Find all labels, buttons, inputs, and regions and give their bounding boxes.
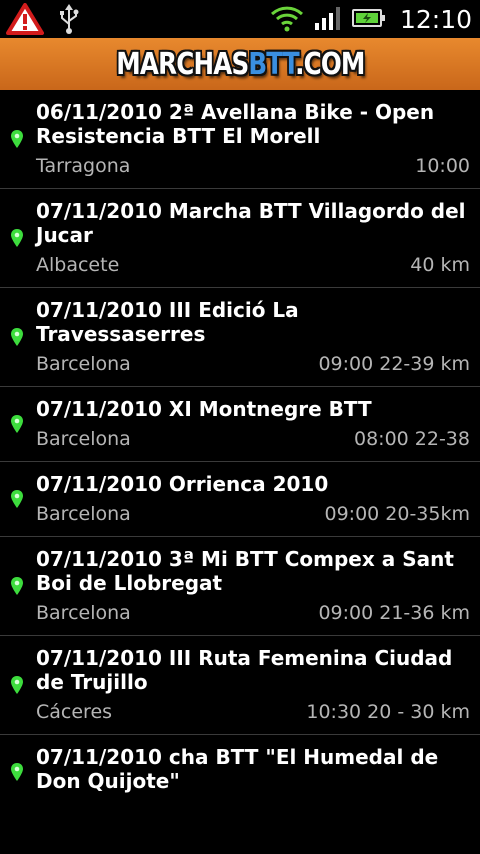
- event-row-5[interactable]: 07/11/2010 Orrienca 2010 Barcelona 09:00 …: [0, 462, 480, 537]
- event-location: Barcelona: [36, 503, 131, 525]
- event-details: 10:30 20 - 30 km: [306, 701, 470, 723]
- event-details: 40 km: [410, 254, 470, 276]
- event-title: 07/11/2010 III Ruta Femenina Ciudad de T…: [36, 646, 453, 694]
- event-row-1[interactable]: 06/11/2010 2ª Avellana Bike - Open Resis…: [0, 90, 480, 189]
- event-details: 10:00: [415, 155, 470, 177]
- map-pin-icon: [10, 675, 24, 695]
- status-bar: 12:10: [0, 0, 480, 38]
- event-title: 07/11/2010 III Edició La Travessaserres: [36, 298, 299, 346]
- map-pin-icon: [10, 414, 24, 434]
- event-row-7[interactable]: 07/11/2010 III Ruta Femenina Ciudad de T…: [0, 636, 480, 735]
- event-title: 07/11/2010 XI Montnegre BTT: [36, 397, 372, 421]
- event-location: Barcelona: [36, 602, 131, 624]
- logo-text-btt: BTT: [247, 46, 296, 82]
- event-row-4[interactable]: 07/11/2010 XI Montnegre BTT Barcelona 08:…: [0, 387, 480, 462]
- logo-text-marchas: MARCHAS: [115, 46, 249, 82]
- event-row-6[interactable]: 07/11/2010 3ª Mi BTT Compex a Sant Boi d…: [0, 537, 480, 636]
- map-pin-icon: [10, 228, 24, 248]
- event-title: 07/11/2010 Marcha BTT Villagordo del Juc…: [36, 199, 466, 247]
- event-title: 06/11/2010 2ª Avellana Bike - Open Resis…: [36, 100, 435, 148]
- usb-icon[interactable]: [58, 4, 80, 38]
- event-details: 09:00 20-35km: [324, 503, 470, 525]
- event-title: 07/11/2010 Orrienca 2010: [36, 472, 329, 496]
- event-list: 06/11/2010 2ª Avellana Bike - Open Resis…: [0, 90, 480, 809]
- event-row-8[interactable]: 07/11/2010 cha BTT "El Humedal de Don Qu…: [0, 735, 480, 809]
- event-location: Barcelona: [36, 353, 131, 375]
- status-clock: 12:10: [399, 5, 472, 34]
- event-row-2[interactable]: 07/11/2010 Marcha BTT Villagordo del Juc…: [0, 189, 480, 288]
- map-pin-icon: [10, 576, 24, 596]
- event-location: Albacete: [36, 254, 120, 276]
- map-pin-icon: [10, 129, 24, 149]
- warning-icon[interactable]: [6, 3, 44, 39]
- map-pin-icon: [10, 489, 24, 509]
- event-title: 07/11/2010 3ª Mi BTT Compex a Sant Boi d…: [36, 547, 454, 595]
- wifi-icon: [270, 4, 304, 36]
- map-pin-icon: [10, 327, 24, 347]
- event-details: 09:00 21-36 km: [318, 602, 470, 624]
- battery-icon: [351, 7, 386, 33]
- event-location: Barcelona: [36, 428, 131, 450]
- event-title: 07/11/2010 cha BTT "El Humedal de Don Qu…: [36, 745, 439, 793]
- app-header: MARCHASBTT.COM: [0, 38, 480, 90]
- signal-icon: [314, 5, 342, 35]
- event-location: Cáceres: [36, 701, 113, 723]
- event-details: 09:00 22-39 km: [318, 353, 470, 375]
- event-location: Tarragona: [36, 155, 131, 177]
- event-details: 08:00 22-38: [353, 428, 470, 450]
- map-pin-icon: [10, 762, 24, 782]
- logo-text-com: .COM: [294, 46, 365, 82]
- event-row-3[interactable]: 07/11/2010 III Edició La Travessaserres …: [0, 288, 480, 387]
- app-logo: MARCHASBTT.COM: [115, 46, 365, 82]
